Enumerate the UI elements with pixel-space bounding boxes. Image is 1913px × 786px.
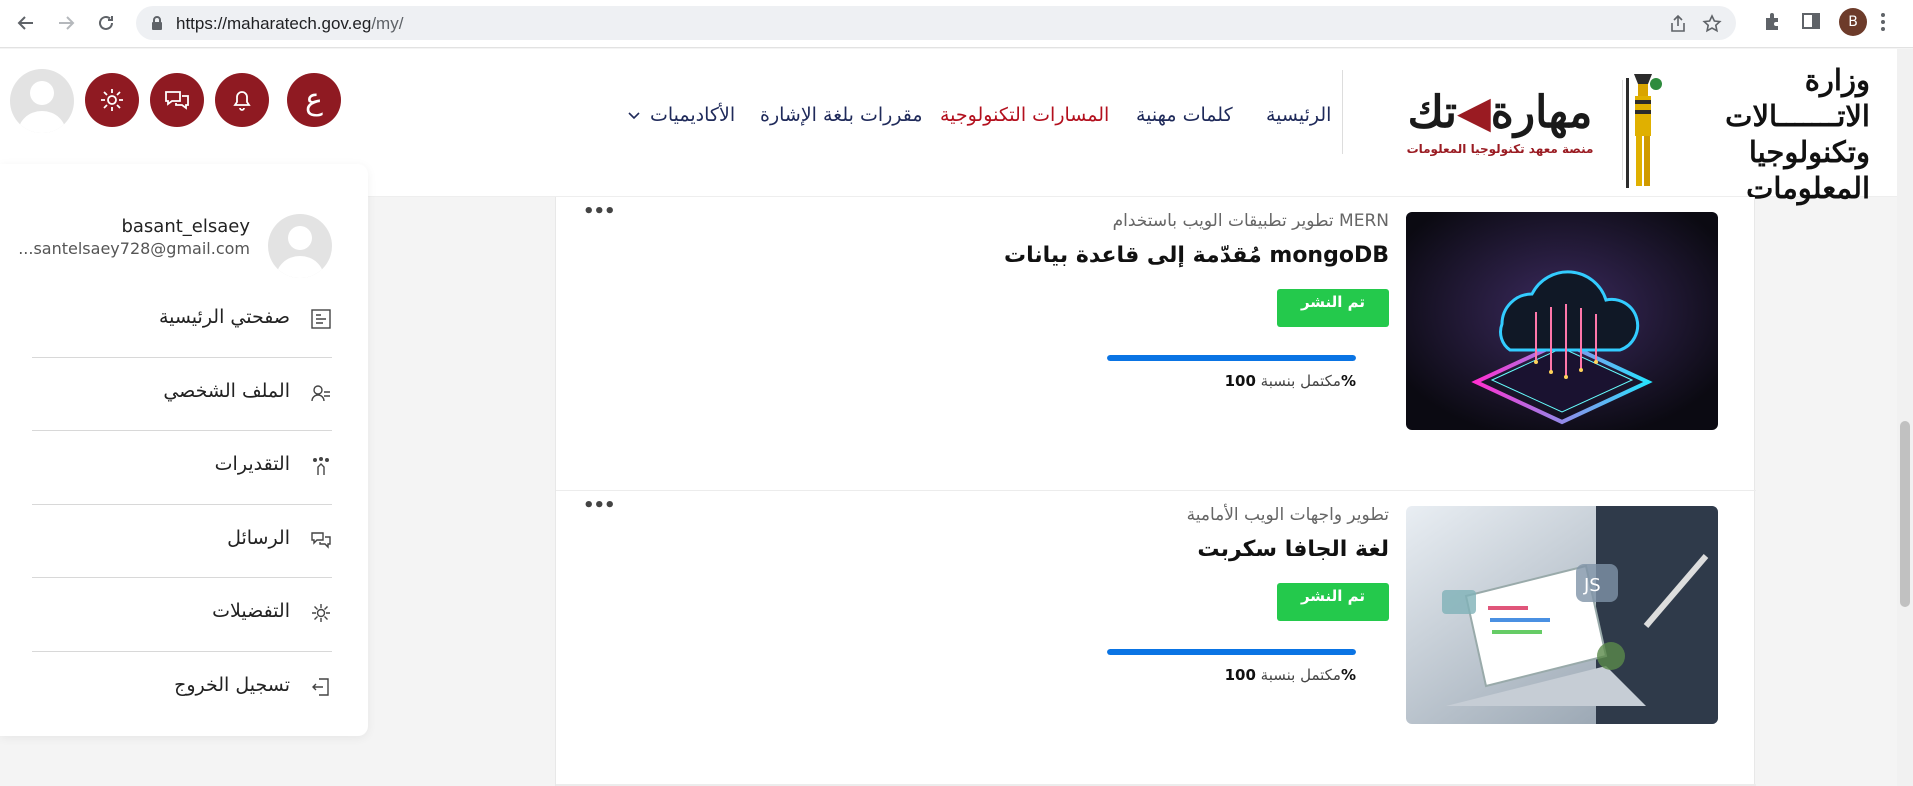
progress-fill [1107,649,1356,655]
settings-button[interactable] [85,73,139,127]
notifications-button[interactable] [215,73,269,127]
scrollbar-thumb[interactable] [1900,421,1910,607]
logout-icon [312,678,329,696]
maharatech-title-suffix: تك [1407,87,1457,138]
menu-item-label: تسجيل الخروج [174,674,290,696]
share-icon[interactable] [1668,14,1688,34]
user-avatar [268,214,332,278]
logo-divider [1622,80,1623,180]
course-title[interactable]: لغة الجافا سكربت [1197,537,1389,562]
play-icon: ◀ [1456,87,1491,138]
page-scrollbar[interactable] [1897,49,1913,786]
profile-icon [311,385,330,402]
status-badge: تم النشر [1277,289,1389,327]
ministry-line1: وزارة الاتـــــــالات [1725,63,1870,133]
url-path: /my/ [371,14,404,33]
preferences-icon [312,604,330,622]
nav-academies[interactable]: الأكاديميات [650,104,735,126]
menu-item-messages[interactable]: الرسائل [32,505,332,578]
course-card: JS تطوير واجهات الويب الأمامية لغة الجاف… [556,491,1756,785]
course-thumbnail[interactable]: JS [1406,506,1718,724]
nav-career-words[interactable]: كلمات مهنية [1136,104,1233,126]
gear-icon [101,89,123,111]
lock-icon [152,16,162,30]
forward-button[interactable] [52,9,80,37]
menu-item-profile[interactable]: الملف الشخصي [32,358,332,431]
progress-fill [1107,355,1356,361]
svg-text:JS: JS [1583,575,1601,596]
progress-bar [1107,355,1356,361]
maharatech-subtitle: منصة معهد تكنولوجيا المعلومات [1406,142,1594,156]
cloud-circuit-image [1406,212,1718,430]
chevron-down-icon[interactable] [628,110,640,120]
menu-item-preferences[interactable]: التفضيلات [32,578,332,651]
language-button[interactable]: ع [287,73,341,127]
bell-icon [233,91,251,111]
forward-arrow-icon [59,16,75,30]
progress-text: مكتمل بنسبة 100% [1225,372,1356,390]
menu-item-label: الرسائل [227,527,290,549]
menu-item-grades[interactable]: التقديرات [32,431,332,504]
progress-text: مكتمل بنسبة 100% [1225,666,1356,684]
course-title[interactable]: مُقدّمة إلى قاعدة بيانات mongoDB [1004,243,1389,268]
user-avatar-button[interactable] [10,69,74,133]
user-menu-dropdown: basant_elsaey ...santelsaey728@gmail.com… [0,164,368,736]
nav-divider [1342,70,1343,154]
status-badge: تم النشر [1277,583,1389,621]
user-silhouette-icon [18,81,66,133]
nav-tech-tracks[interactable]: المسارات التكنولوجية [940,104,1109,126]
menu-item-logout[interactable]: تسجيل الخروج [32,652,332,725]
url-host: https://maharatech.gov.eg [176,14,372,33]
ministry-logo[interactable]: وزارة الاتـــــــالات وتكنولوجيا المعلوم… [1620,62,1870,205]
course-category: تطوير واجهات الويب الأمامية [1186,505,1389,525]
pharaoh-figure-icon [1626,74,1662,188]
maharatech-logo[interactable]: مهارة◀تك منصة معهد تكنولوجيا المعلومات [1395,88,1605,178]
progress-bar [1107,649,1356,655]
bookmark-star-icon[interactable] [1702,14,1722,34]
language-letter: ع [305,82,323,117]
more-options-icon[interactable]: ••• [583,203,616,221]
dashboard-icon [311,309,331,329]
address-bar[interactable]: https://maharatech.gov.eg/my/ [136,6,1736,40]
maharatech-title-main: مهارة [1490,87,1593,138]
nav-home[interactable]: الرئيسية [1266,104,1331,126]
username: basant_elsaey [121,216,250,237]
extensions-icon[interactable] [1762,10,1784,32]
side-panel-icon[interactable] [1800,10,1822,32]
reload-icon [99,15,113,30]
my-courses-panel: تطوير تطبيقات الويب باستخدام MERN مُقدّم… [555,197,1756,786]
nav-sign-language-courses[interactable]: مقررات بلغة الإشارة [760,104,923,126]
back-button[interactable] [12,9,40,37]
maharatech-title: مهارة◀تك [1395,88,1605,138]
progress-label: مكتمل بنسبة [1260,372,1341,390]
menu-item-label: التفضيلات [212,600,290,622]
chat-bubbles-icon [165,91,189,110]
menu-item-label: التقديرات [214,453,290,475]
reload-button[interactable] [92,9,120,37]
ministry-line2: وتكنولوجيا المعلومات [1746,135,1870,205]
url-text: https://maharatech.gov.eg/my/ [176,14,403,34]
course-card: تطوير تطبيقات الويب باستخدام MERN مُقدّم… [556,197,1756,491]
kebab-menu-icon[interactable] [1881,12,1885,32]
progress-label: مكتمل بنسبة [1260,666,1341,684]
user-email: ...santelsaey728@gmail.com [18,239,250,258]
menu-item-label: الملف الشخصي [163,380,290,402]
browser-toolbar: https://maharatech.gov.eg/my/ B [0,0,1913,48]
profile-avatar[interactable]: B [1839,8,1867,36]
menu-item-label: صفحتي الرئيسية [158,306,290,328]
more-options-icon[interactable]: ••• [583,497,616,515]
menu-item-dashboard[interactable]: صفحتي الرئيسية [32,284,332,357]
course-thumbnail[interactable] [1406,212,1718,430]
back-arrow-icon [17,16,33,30]
messages-button[interactable] [150,73,204,127]
messages-icon [311,532,331,549]
course-category: تطوير تطبيقات الويب باستخدام MERN [1112,211,1389,231]
user-silhouette-icon [276,226,324,278]
javascript-laptop-image: JS [1406,506,1718,724]
grades-icon [313,457,329,475]
ministry-name: وزارة الاتـــــــالات وتكنولوجيا المعلوم… [1660,62,1870,206]
